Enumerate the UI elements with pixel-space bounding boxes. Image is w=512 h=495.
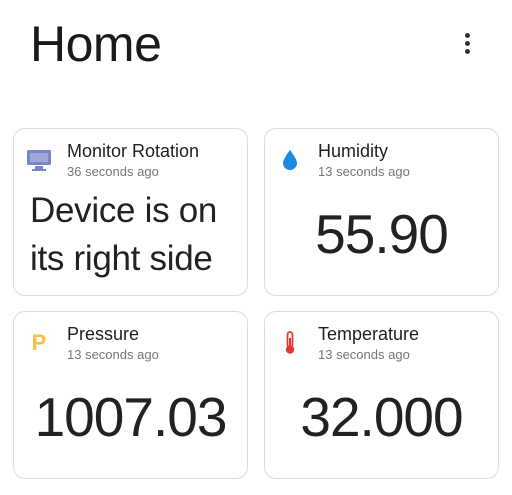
thermometer-icon <box>277 330 303 356</box>
overflow-menu-button[interactable] <box>452 28 482 58</box>
monitor-icon <box>26 147 52 173</box>
card-timestamp: 13 seconds ago <box>318 347 410 362</box>
card-title: Monitor Rotation <box>67 141 200 161</box>
card-title: Pressure <box>67 324 140 344</box>
card-humidity[interactable]: Humidity 13 seconds ago 55.90 <box>264 128 499 296</box>
card-temperature[interactable]: Temperature 13 seconds ago 32.000 <box>264 311 499 479</box>
more-vert-icon <box>464 32 470 54</box>
card-title: Temperature <box>318 324 420 344</box>
card-timestamp: 13 seconds ago <box>67 347 159 362</box>
water-drop-icon <box>277 147 303 173</box>
card-pressure[interactable]: P Pressure 13 seconds ago 1007.03 <box>13 311 248 479</box>
pressure-p-icon: P <box>31 330 47 355</box>
card-value: 55.90 <box>315 203 449 265</box>
card-value: 1007.03 <box>34 386 228 448</box>
card-timestamp: 36 seconds ago <box>67 164 159 179</box>
card-timestamp: 13 seconds ago <box>318 164 410 179</box>
card-value: 32.000 <box>300 386 463 448</box>
page-title: Home <box>30 16 162 72</box>
card-monitor-rotation[interactable]: Monitor Rotation 36 seconds ago Device i… <box>13 128 248 296</box>
card-title: Humidity <box>318 141 389 161</box>
card-value: Device is on its right side <box>30 191 218 278</box>
